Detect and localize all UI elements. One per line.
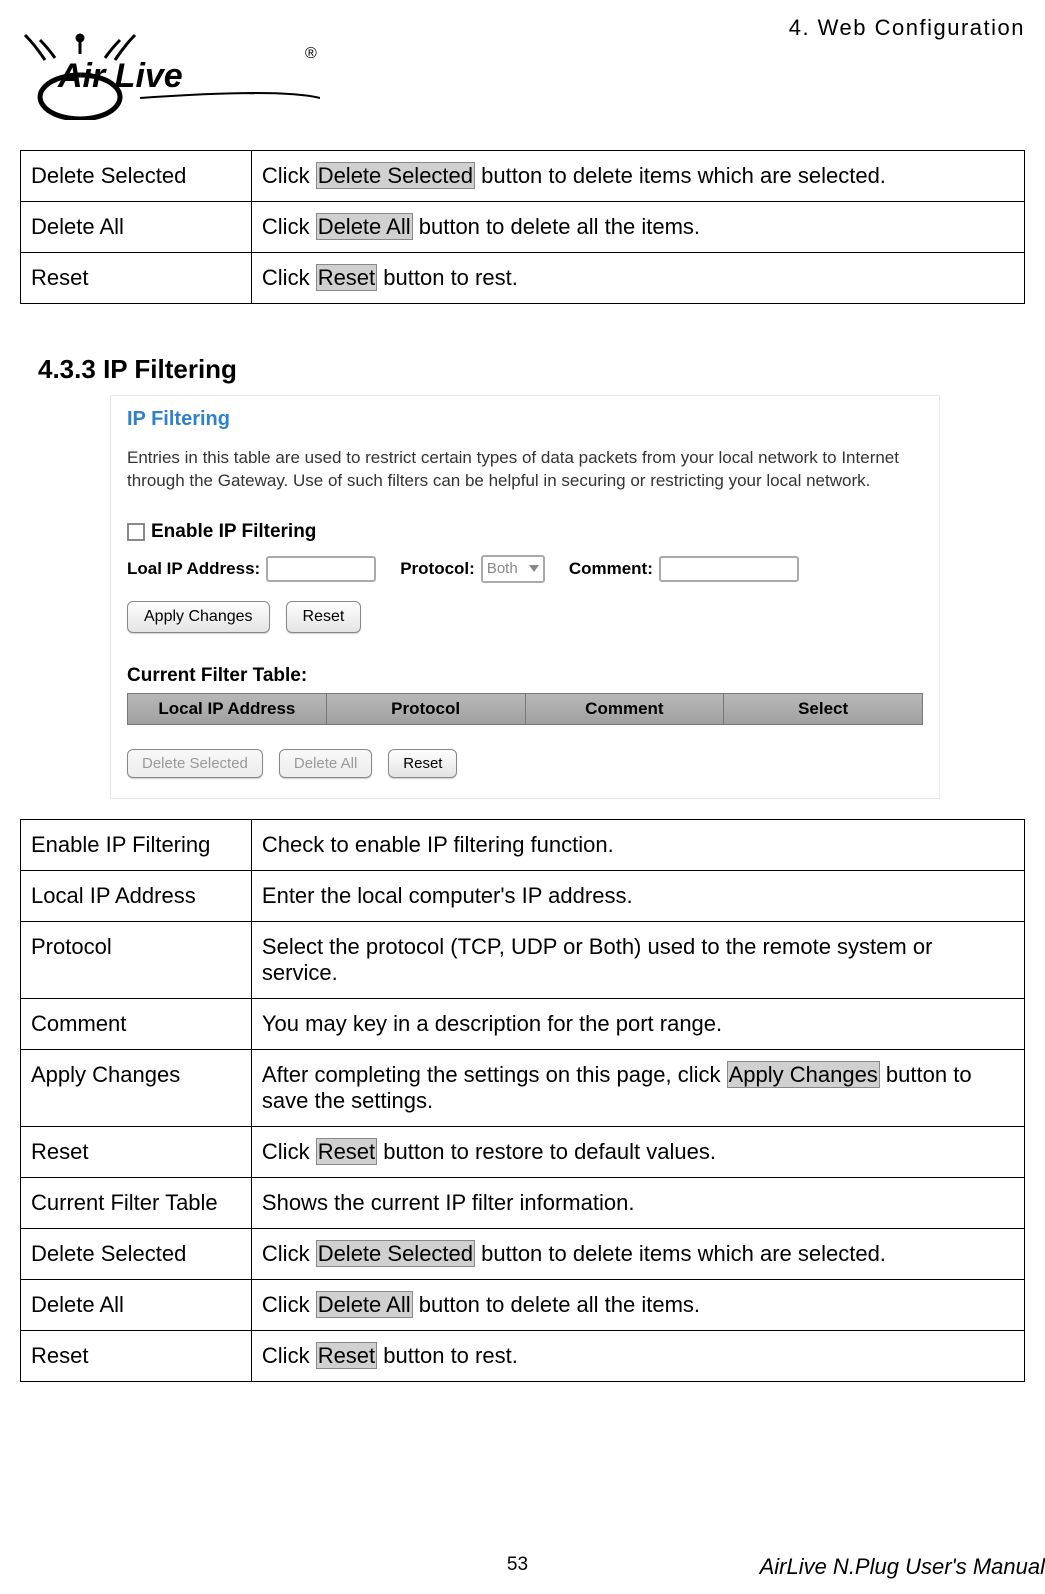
definition-table-1: Delete Selected Click Delete Selected bu… <box>20 150 1025 304</box>
col-select: Select <box>724 694 922 724</box>
svg-text:®: ® <box>305 45 317 62</box>
def-label: Delete All <box>21 1279 252 1330</box>
local-ip-label: Loal IP Address: <box>127 559 260 579</box>
def-desc: Click Delete All button to delete all th… <box>251 1279 1024 1330</box>
def-desc: Click Delete Selected button to delete i… <box>251 151 1024 202</box>
def-label: Delete Selected <box>21 151 252 202</box>
apply-changes-button[interactable]: Apply Changes <box>127 601 270 633</box>
def-desc: Click Reset button to rest. <box>251 1330 1024 1381</box>
col-local-ip: Local IP Address <box>128 694 327 724</box>
table-row: Local IP Address Enter the local compute… <box>21 870 1025 921</box>
def-label: Reset <box>21 1126 252 1177</box>
def-desc: Select the protocol (TCP, UDP or Both) u… <box>251 921 1024 998</box>
sc-title: IP Filtering <box>127 408 923 431</box>
def-label: Apply Changes <box>21 1049 252 1126</box>
def-label: Local IP Address <box>21 870 252 921</box>
table-row: Delete Selected Click Delete Selected bu… <box>21 151 1025 202</box>
def-desc: Click Reset button to rest. <box>251 253 1024 304</box>
section-heading: 4.3.3 IP Filtering <box>38 354 1025 385</box>
page-footer: 53 AirLive N.Plug User's Manual <box>0 1554 1045 1576</box>
manual-title: AirLive N.Plug User's Manual <box>760 1554 1045 1580</box>
protocol-label: Protocol: <box>400 559 475 579</box>
protocol-select[interactable]: Both <box>481 555 545 583</box>
table-row: Delete Selected Click Delete Selected bu… <box>21 1228 1025 1279</box>
def-label: Enable IP Filtering <box>21 819 252 870</box>
table-row: Apply Changes After completing the setti… <box>21 1049 1025 1126</box>
table-row: Delete All Click Delete All button to de… <box>21 1279 1025 1330</box>
def-desc: Enter the local computer's IP address. <box>251 870 1024 921</box>
local-ip-input[interactable] <box>266 556 376 582</box>
svg-text:Air Live: Air Live <box>57 57 183 95</box>
reset-button-2[interactable]: Reset <box>388 749 457 778</box>
def-label: Delete Selected <box>21 1228 252 1279</box>
def-label: Delete All <box>21 202 252 253</box>
logo-svg: Air Live ® <box>20 30 320 120</box>
page-header: Air Live ® 4. Web Configuration <box>20 10 1025 130</box>
def-desc: After completing the settings on this pa… <box>251 1049 1024 1126</box>
fields-row: Loal IP Address: Protocol: Both Comment: <box>127 555 923 583</box>
chapter-title: 4. Web Configuration <box>789 15 1025 41</box>
table-row: Delete All Click Delete All button to de… <box>21 202 1025 253</box>
comment-input[interactable] <box>659 556 799 582</box>
table-row: Protocol Select the protocol (TCP, UDP o… <box>21 921 1025 998</box>
def-label: Reset <box>21 1330 252 1381</box>
def-label: Current Filter Table <box>21 1177 252 1228</box>
chevron-down-icon <box>529 565 539 572</box>
screenshot-ip-filtering: IP Filtering Entries in this table are u… <box>110 395 940 799</box>
reset-button[interactable]: Reset <box>286 601 362 633</box>
table-row: Enable IP Filtering Check to enable IP f… <box>21 819 1025 870</box>
button-row-1: Apply Changes Reset <box>127 601 923 633</box>
col-comment: Comment <box>526 694 725 724</box>
table-row: Current Filter Table Shows the current I… <box>21 1177 1025 1228</box>
def-desc: Check to enable IP filtering function. <box>251 819 1024 870</box>
table-row: Reset Click Reset button to rest. <box>21 1330 1025 1381</box>
table-row: Comment You may key in a description for… <box>21 998 1025 1049</box>
delete-all-button[interactable]: Delete All <box>279 749 372 778</box>
button-row-2: Delete Selected Delete All Reset <box>127 749 923 778</box>
definition-table-2: Enable IP Filtering Check to enable IP f… <box>20 819 1025 1382</box>
filter-table-header: Local IP Address Protocol Comment Select <box>127 693 923 725</box>
table-row: Reset Click Reset button to restore to d… <box>21 1126 1025 1177</box>
comment-label: Comment: <box>569 559 653 579</box>
def-desc: Click Reset button to restore to default… <box>251 1126 1024 1177</box>
def-desc: Shows the current IP filter information. <box>251 1177 1024 1228</box>
def-desc: You may key in a description for the por… <box>251 998 1024 1049</box>
def-label: Comment <box>21 998 252 1049</box>
def-label: Protocol <box>21 921 252 998</box>
enable-row: Enable IP Filtering <box>127 521 923 543</box>
col-protocol: Protocol <box>327 694 526 724</box>
def-desc: Click Delete Selected button to delete i… <box>251 1228 1024 1279</box>
enable-ip-filtering-checkbox[interactable] <box>127 523 145 541</box>
airlive-logo: Air Live ® <box>20 30 320 125</box>
current-filter-table-label: Current Filter Table: <box>127 665 923 687</box>
def-desc: Click Delete All button to delete all th… <box>251 202 1024 253</box>
sc-description: Entries in this table are used to restri… <box>127 447 923 493</box>
delete-selected-button[interactable]: Delete Selected <box>127 749 263 778</box>
table-row: Reset Click Reset button to rest. <box>21 253 1025 304</box>
enable-ip-filtering-label: Enable IP Filtering <box>151 521 316 543</box>
def-label: Reset <box>21 253 252 304</box>
